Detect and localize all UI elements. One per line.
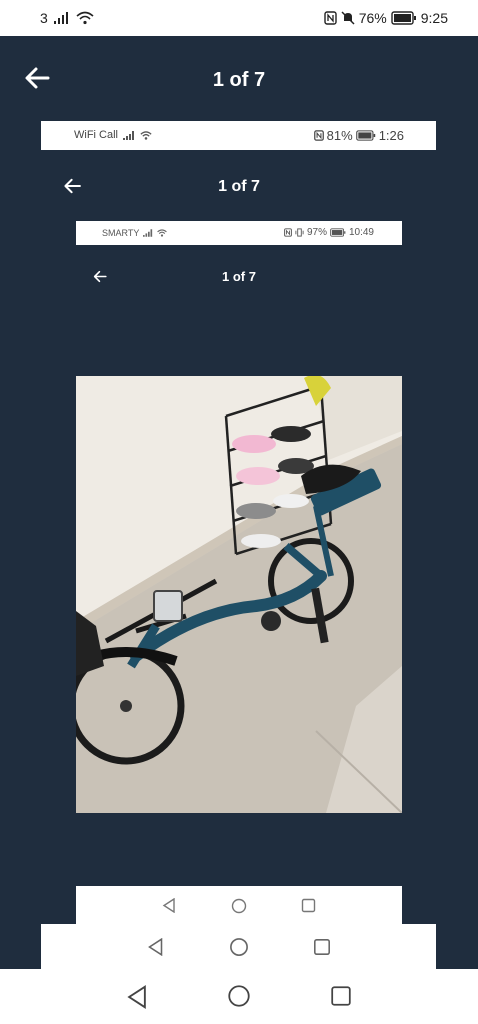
nested-nav-bar	[41, 924, 436, 969]
battery-icon	[330, 228, 346, 237]
nfc-icon	[313, 130, 324, 141]
image-viewer: 1 of 7 WiFi Call 81% 1:26 1 of 7 SMARTY …	[0, 36, 478, 969]
nested-page-counter-2: 1 of 7	[222, 269, 256, 284]
nested-status-bar-2: SMARTY 97% 10:49	[76, 221, 402, 245]
battery-icon	[355, 130, 375, 141]
sim-label: 3	[40, 10, 48, 26]
nested-nav-bar-2	[76, 886, 402, 924]
clock: 9:25	[420, 10, 448, 26]
vibrate-icon	[295, 228, 304, 237]
nested-status-bar: WiFi Call 81% 1:26	[41, 121, 436, 150]
circle-home-icon	[230, 938, 248, 956]
nested-page-counter: 1 of 7	[218, 178, 260, 195]
nested-carrier-2: SMARTY	[102, 228, 140, 238]
system-nav-bar	[0, 969, 478, 1024]
bike-photo[interactable]	[76, 376, 402, 813]
status-right: 76% 9:25	[324, 10, 448, 26]
signal-icon	[123, 130, 134, 140]
bike-image	[76, 376, 402, 813]
status-bar: 3 76% 9:25	[0, 0, 478, 36]
circle-home-icon[interactable]	[227, 984, 251, 1008]
triangle-back-icon	[162, 898, 175, 913]
status-left: 3	[40, 10, 94, 26]
nested-battery-percent: 81%	[326, 128, 353, 143]
wifi-icon	[157, 229, 168, 237]
signal-icon	[53, 12, 68, 24]
square-recent-icon	[301, 898, 316, 913]
nfc-icon	[284, 228, 292, 237]
nested-clock-2: 10:49	[348, 227, 374, 238]
circle-home-icon	[231, 898, 247, 914]
signal-icon	[143, 229, 153, 237]
nfc-icon	[324, 11, 337, 25]
square-recent-icon	[314, 939, 330, 955]
nested-battery-percent-2: 97%	[306, 227, 327, 238]
wifi-icon	[140, 130, 152, 140]
triangle-back-icon[interactable]	[126, 985, 148, 1009]
viewer-top-bar: 1 of 7	[0, 36, 478, 122]
nested-clock: 1:26	[378, 128, 404, 143]
square-recent-icon[interactable]	[330, 985, 352, 1007]
triangle-back-icon	[148, 938, 163, 956]
page-counter: 1 of 7	[212, 69, 266, 91]
battery-icon	[391, 11, 416, 25]
nested-carrier: WiFi Call	[74, 129, 118, 141]
mute-icon	[341, 11, 355, 25]
wifi-icon	[76, 11, 94, 25]
battery-percent: 76%	[358, 10, 387, 26]
